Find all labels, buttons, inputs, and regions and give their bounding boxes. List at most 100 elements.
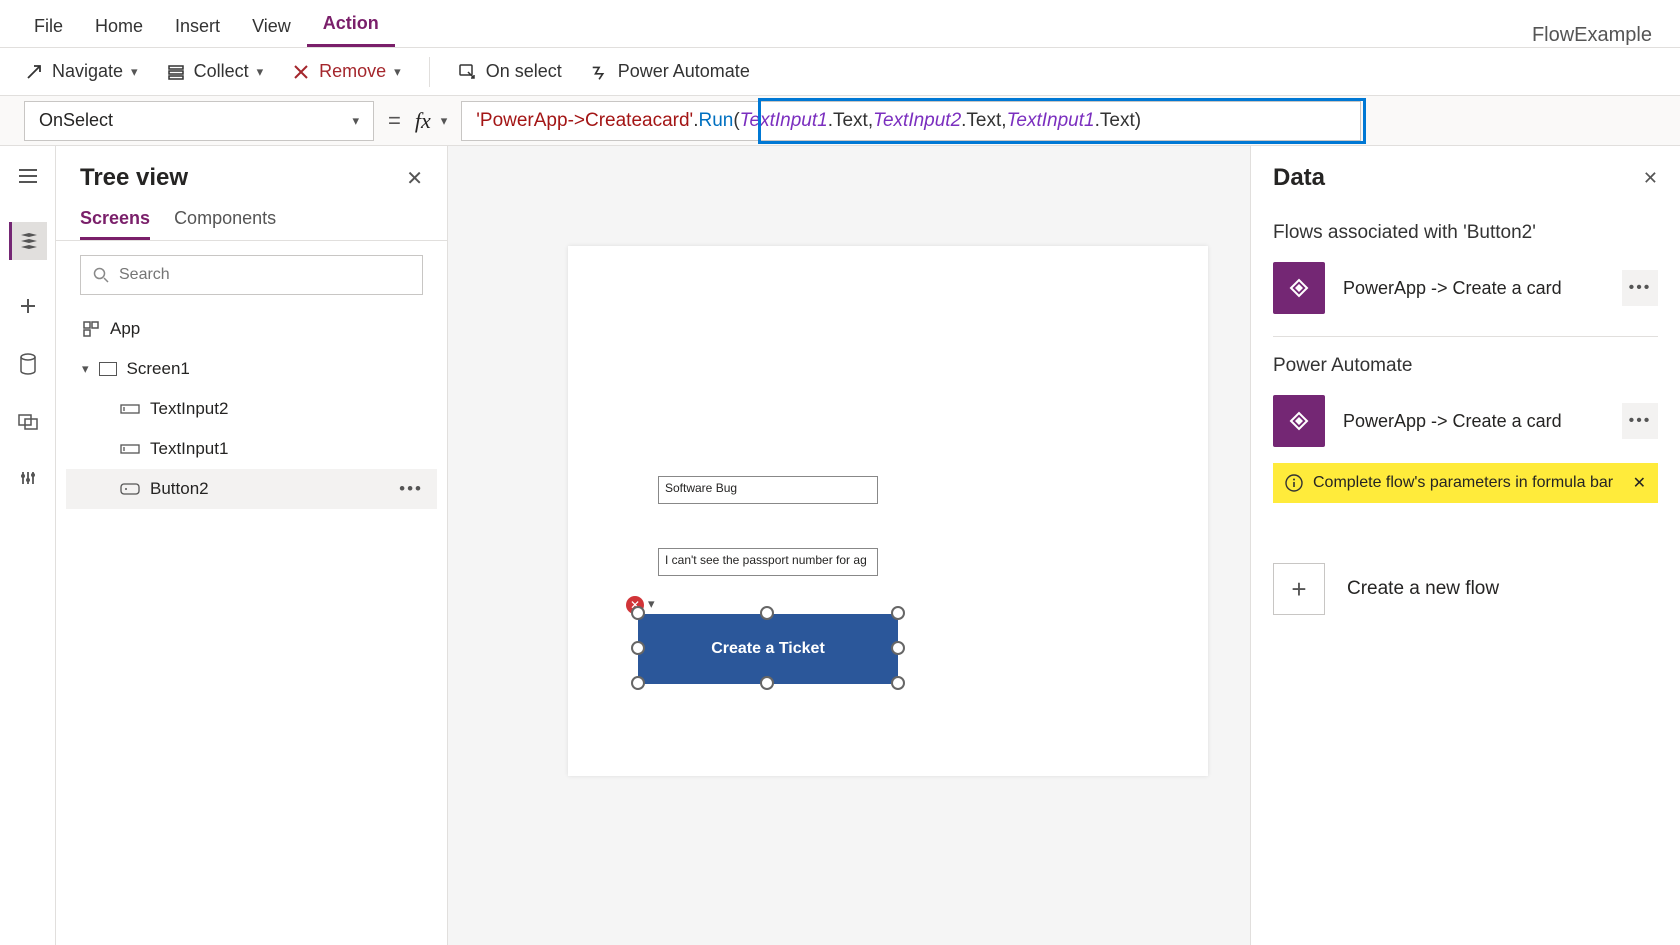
- menu-action[interactable]: Action: [307, 3, 395, 47]
- cursor-icon: [458, 62, 478, 82]
- insert-icon[interactable]: [16, 294, 40, 318]
- resize-handle[interactable]: [891, 676, 905, 690]
- tree-item-textinput2[interactable]: TextInput2: [66, 389, 437, 429]
- navigate-icon: [24, 62, 44, 82]
- chevron-down-icon: ▾: [441, 113, 448, 129]
- tools-icon[interactable]: [16, 468, 40, 492]
- main-row: Tree view ✕ Screens Components App: [0, 146, 1680, 945]
- left-rail: [0, 146, 56, 945]
- flows-associated-heading: Flows associated with 'Button2': [1273, 222, 1658, 244]
- tree-view-pane: Tree view ✕ Screens Components App: [56, 146, 448, 945]
- remove-label: Remove: [319, 61, 386, 82]
- search-input[interactable]: [80, 255, 423, 295]
- screen-icon: [99, 362, 117, 376]
- fx-wrap: fx ▾: [415, 108, 447, 134]
- canvas-textinput2[interactable]: I can't see the passport number for ag: [658, 548, 878, 576]
- formula-token-id: TextInput1: [1007, 110, 1095, 132]
- resize-handle[interactable]: [631, 676, 645, 690]
- textinput-icon: [120, 442, 140, 456]
- onselect-label: On select: [486, 61, 562, 82]
- chevron-down-icon: ▾: [82, 361, 89, 377]
- menu-insert[interactable]: Insert: [159, 6, 236, 47]
- navigate-label: Navigate: [52, 61, 123, 82]
- tree-item-button2[interactable]: Button2 •••: [66, 469, 437, 509]
- canvas-button2[interactable]: Create a Ticket: [638, 614, 898, 684]
- chevron-down-icon: ▾: [352, 113, 359, 129]
- create-new-flow-button[interactable]: + Create a new flow: [1273, 563, 1658, 615]
- artboard-screen1[interactable]: Software Bug I can't see the passport nu…: [568, 246, 1208, 776]
- flow-item-label: PowerApp -> Create a card: [1343, 278, 1562, 299]
- menu-view[interactable]: View: [236, 6, 307, 47]
- tree-item-textinput1[interactable]: TextInput1: [66, 429, 437, 469]
- close-icon[interactable]: ✕: [1633, 473, 1646, 493]
- pa-label: Power Automate: [618, 61, 750, 82]
- close-icon[interactable]: ✕: [1643, 168, 1658, 189]
- menu-home[interactable]: Home: [79, 6, 159, 47]
- hamburger-icon[interactable]: [16, 164, 40, 188]
- property-bar: OnSelect ▾ = fx ▾ 'PowerApp->Createacard…: [0, 96, 1680, 146]
- separator: [429, 57, 430, 87]
- close-icon[interactable]: ✕: [406, 166, 423, 191]
- tree-view-icon[interactable]: [9, 222, 47, 260]
- remove-button[interactable]: Remove ▾: [291, 61, 401, 82]
- tree-item-label: TextInput1: [150, 439, 228, 459]
- collect-label: Collect: [194, 61, 249, 82]
- resize-handle[interactable]: [891, 606, 905, 620]
- resize-handle[interactable]: [760, 606, 774, 620]
- remove-icon: [291, 62, 311, 82]
- button-icon: [120, 482, 140, 496]
- button-label: Create a Ticket: [711, 640, 825, 658]
- more-icon[interactable]: •••: [1622, 270, 1658, 306]
- property-selector[interactable]: OnSelect ▾: [24, 101, 374, 141]
- info-icon: [1285, 474, 1303, 492]
- tree-item-label: Button2: [150, 479, 209, 499]
- canvas-area[interactable]: Software Bug I can't see the passport nu…: [448, 146, 1250, 945]
- data-icon[interactable]: [16, 352, 40, 376]
- plus-icon: +: [1273, 563, 1325, 615]
- textinput-icon: [120, 402, 140, 416]
- resize-handle[interactable]: [760, 676, 774, 690]
- formula-token-prop: .Text,: [828, 110, 873, 132]
- tree-item-app[interactable]: App: [66, 309, 437, 349]
- flow-item-pa[interactable]: PowerApp -> Create a card •••: [1273, 391, 1658, 451]
- data-pane-title: Data: [1273, 164, 1325, 192]
- canvas-textinput1[interactable]: Software Bug: [658, 476, 878, 504]
- warning-banner: Complete flow's parameters in formula ba…: [1273, 463, 1658, 503]
- tab-components[interactable]: Components: [174, 200, 276, 240]
- media-icon[interactable]: [16, 410, 40, 434]
- flow-item-associated[interactable]: PowerApp -> Create a card •••: [1273, 258, 1658, 318]
- power-automate-button[interactable]: Power Automate: [590, 61, 750, 82]
- resize-handle[interactable]: [631, 606, 645, 620]
- menu-file[interactable]: File: [18, 6, 79, 47]
- more-icon[interactable]: •••: [1622, 403, 1658, 439]
- resize-handle[interactable]: [631, 641, 645, 655]
- create-new-flow-label: Create a new flow: [1347, 578, 1499, 600]
- collect-button[interactable]: Collect ▾: [166, 61, 264, 82]
- tab-screens[interactable]: Screens: [80, 200, 150, 240]
- tree-item-label: TextInput2: [150, 399, 228, 419]
- formula-token-fn: Run: [698, 110, 733, 132]
- onselect-button[interactable]: On select: [458, 61, 562, 82]
- tree-item-label: Screen1: [127, 359, 190, 379]
- app-title: FlowExample: [1532, 24, 1662, 47]
- chevron-down-icon[interactable]: ▾: [648, 596, 655, 612]
- navigate-button[interactable]: Navigate ▾: [24, 61, 138, 82]
- more-icon[interactable]: •••: [399, 479, 423, 499]
- formula-token-id: TextInput1: [740, 110, 828, 132]
- data-pane: Data ✕ Flows associated with 'Button2' P…: [1250, 146, 1680, 945]
- search-field[interactable]: [119, 266, 410, 284]
- flow-app-icon: [1273, 262, 1325, 314]
- formula-token-id: TextInput2: [873, 110, 961, 132]
- tree-item-screen1[interactable]: ▾ Screen1: [66, 349, 437, 389]
- flow-app-icon: [1273, 395, 1325, 447]
- formula-token-prop: .Text,: [961, 110, 1006, 132]
- chevron-down-icon: ▾: [257, 64, 264, 80]
- resize-handle[interactable]: [891, 641, 905, 655]
- formula-input[interactable]: 'PowerApp->Createacard'.Run(TextInput1.T…: [461, 101, 1361, 141]
- formula-token-string: 'PowerApp->Createacard': [476, 110, 693, 132]
- chevron-down-icon: ▾: [394, 64, 401, 80]
- tree-item-label: App: [110, 319, 140, 339]
- divider: [1273, 336, 1658, 337]
- action-ribbon: Navigate ▾ Collect ▾ Remove ▾ On select …: [0, 48, 1680, 96]
- flow-item-label: PowerApp -> Create a card: [1343, 411, 1562, 432]
